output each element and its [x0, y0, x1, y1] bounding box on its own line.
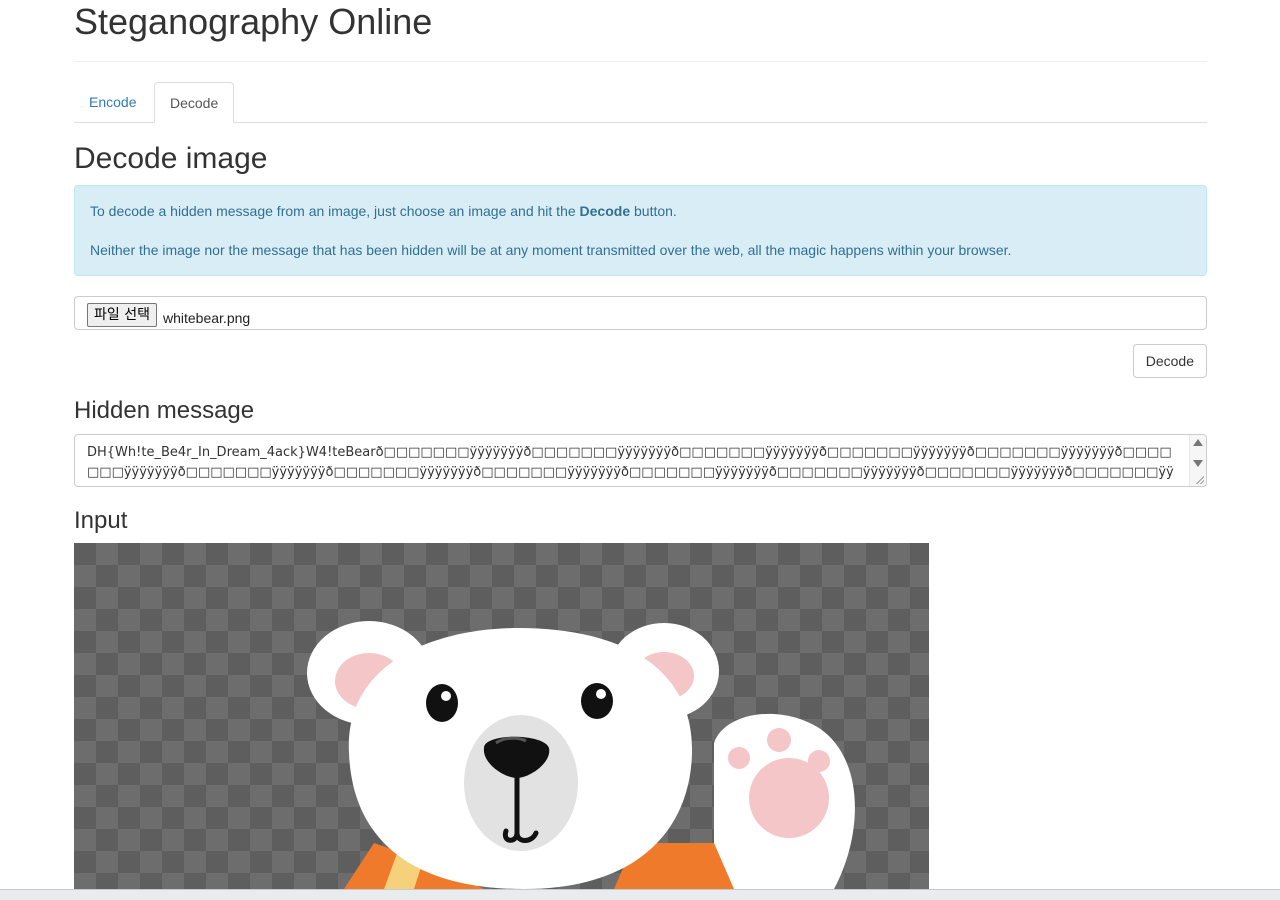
taskbar: [0, 889, 1280, 900]
info-alert: To decode a hidden message from an image…: [74, 185, 1207, 276]
scroll-down-icon[interactable]: [1193, 460, 1203, 467]
file-name: whitebear.png: [163, 310, 251, 326]
page-title: Steganography Online: [74, 1, 433, 42]
tab-encode[interactable]: Encode: [74, 82, 151, 122]
input-title: Input: [74, 507, 128, 534]
eye-highlight: [596, 689, 606, 699]
info-line-2: Neither the image nor the message that h…: [90, 242, 1012, 258]
decode-title: Decode image: [74, 142, 268, 175]
bear-left-eye: [426, 684, 458, 722]
eye-highlight: [441, 691, 451, 701]
paw-toe: [767, 728, 791, 752]
hidden-message-title: Hidden message: [74, 397, 255, 424]
page-header: Steganography Online: [74, 0, 1207, 62]
info-suffix: button.: [630, 203, 677, 219]
tab-decode[interactable]: Decode: [154, 82, 235, 123]
choose-file-button[interactable]: 파일 선택: [87, 303, 157, 327]
paw-toe: [808, 750, 830, 772]
bear-right-eye: [581, 683, 613, 719]
hidden-message-textarea[interactable]: DH{Wh!te_Be4r_In_Dream_4ack}W4!teBearð□□…: [74, 434, 1207, 487]
file-input[interactable]: 파일 선택 whitebear.png: [74, 296, 1207, 330]
decode-button[interactable]: Decode: [1132, 344, 1207, 378]
bear-illustration: [307, 621, 855, 889]
input-image: [74, 543, 929, 889]
resize-handle-icon[interactable]: [1196, 476, 1204, 484]
scroll-up-icon[interactable]: [1193, 439, 1203, 446]
info-line-1: To decode a hidden message from an image…: [90, 203, 677, 219]
info-prefix: To decode a hidden message from an image…: [90, 203, 580, 219]
tab-bar: Encode Decode: [74, 82, 1207, 123]
info-strong: Decode: [579, 203, 631, 219]
paw-toe: [728, 747, 750, 769]
bear-muzzle: [464, 715, 578, 851]
hidden-message-text: DH{Wh!te_Be4r_In_Dream_4ack}W4!teBearð□□…: [87, 445, 1174, 486]
page-container: Steganography Online Encode Decode Decod…: [74, 0, 1207, 889]
